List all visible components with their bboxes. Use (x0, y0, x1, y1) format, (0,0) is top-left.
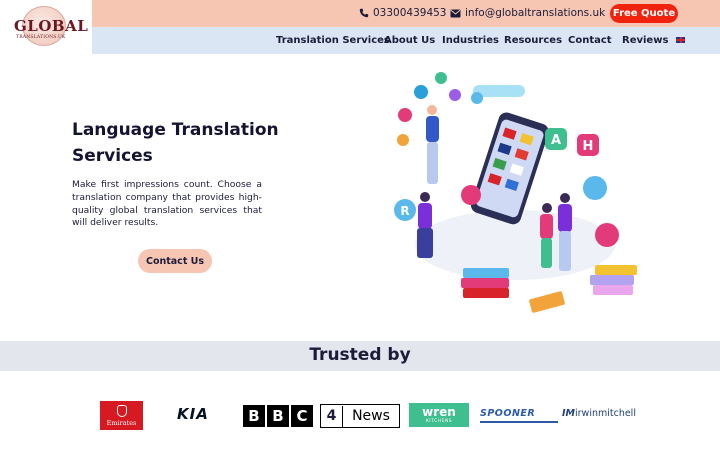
nav-translation-services[interactable]: Translation Services (276, 35, 390, 46)
emirates-crest-icon (116, 405, 127, 417)
bbc-letter-c: C (291, 405, 313, 427)
wren-wordmark: wren (422, 405, 456, 419)
hero-description: Make first impressions count. Choose a t… (72, 179, 262, 229)
nav-about-us[interactable]: About Us (384, 35, 435, 46)
phone-link[interactable]: 03300439453 (359, 7, 447, 19)
email-link[interactable]: info@globaltranslations.uk (450, 7, 605, 19)
spooner-swoosh (480, 421, 558, 423)
uk-flag-icon[interactable] (676, 37, 685, 43)
bbc-logo: B B C (243, 405, 313, 427)
nav-resources[interactable]: Resources (504, 35, 562, 46)
translation-illustration: A H R (394, 72, 637, 313)
emirates-wordmark: Emirates (106, 419, 137, 427)
nav-contact[interactable]: Contact (568, 35, 612, 46)
site-logo[interactable]: GLOBAL TRANSLATIONS.UK (0, 0, 92, 54)
hero-title-line-2: Services (72, 146, 153, 166)
svg-text:A: A (551, 133, 561, 148)
hero-title: Language Translation Services (72, 117, 292, 169)
site-header: GLOBAL TRANSLATIONS.UK 03300439453 info@… (0, 0, 720, 54)
contact-us-button[interactable]: Contact Us (138, 249, 212, 273)
envelope-icon (450, 9, 461, 17)
logo-subtitle: TRANSLATIONS.UK (16, 35, 66, 40)
free-quote-button[interactable]: Free Quote (610, 4, 678, 23)
logo-wordmark: GLOBAL (14, 17, 89, 35)
irwin-mark: IM (562, 408, 575, 419)
phone-device (470, 112, 549, 225)
bbc-letter-b1: B (243, 405, 265, 427)
spooner-logo: SPOONER (480, 408, 536, 419)
channel4-news-logo: 4 News (320, 404, 400, 428)
irwin-wordmark: irwinmitchell (575, 408, 636, 419)
bbc-letter-b2: B (267, 405, 289, 427)
nav-industries[interactable]: Industries (442, 35, 499, 46)
svg-text:H: H (583, 139, 594, 154)
channel4-mark: 4 (321, 405, 343, 427)
hero-title-line-1: Language Translation (72, 120, 279, 140)
wren-kitchens-logo: wren KITCHENS (409, 403, 469, 427)
svg-text:R: R (400, 204, 409, 218)
trusted-title: Trusted by (309, 345, 411, 365)
nav-reviews[interactable]: Reviews (622, 35, 668, 46)
emirates-logo: Emirates (100, 401, 143, 430)
wren-subtitle: KITCHENS (425, 419, 453, 424)
kia-logo: KIA (177, 405, 209, 423)
irwin-mitchell-logo: IMirwinmitchell (562, 408, 636, 419)
phone-number: 03300439453 (373, 7, 447, 19)
news-wordmark: News (352, 408, 390, 424)
email-address: info@globaltranslations.uk (465, 7, 606, 19)
phone-icon (359, 8, 369, 18)
